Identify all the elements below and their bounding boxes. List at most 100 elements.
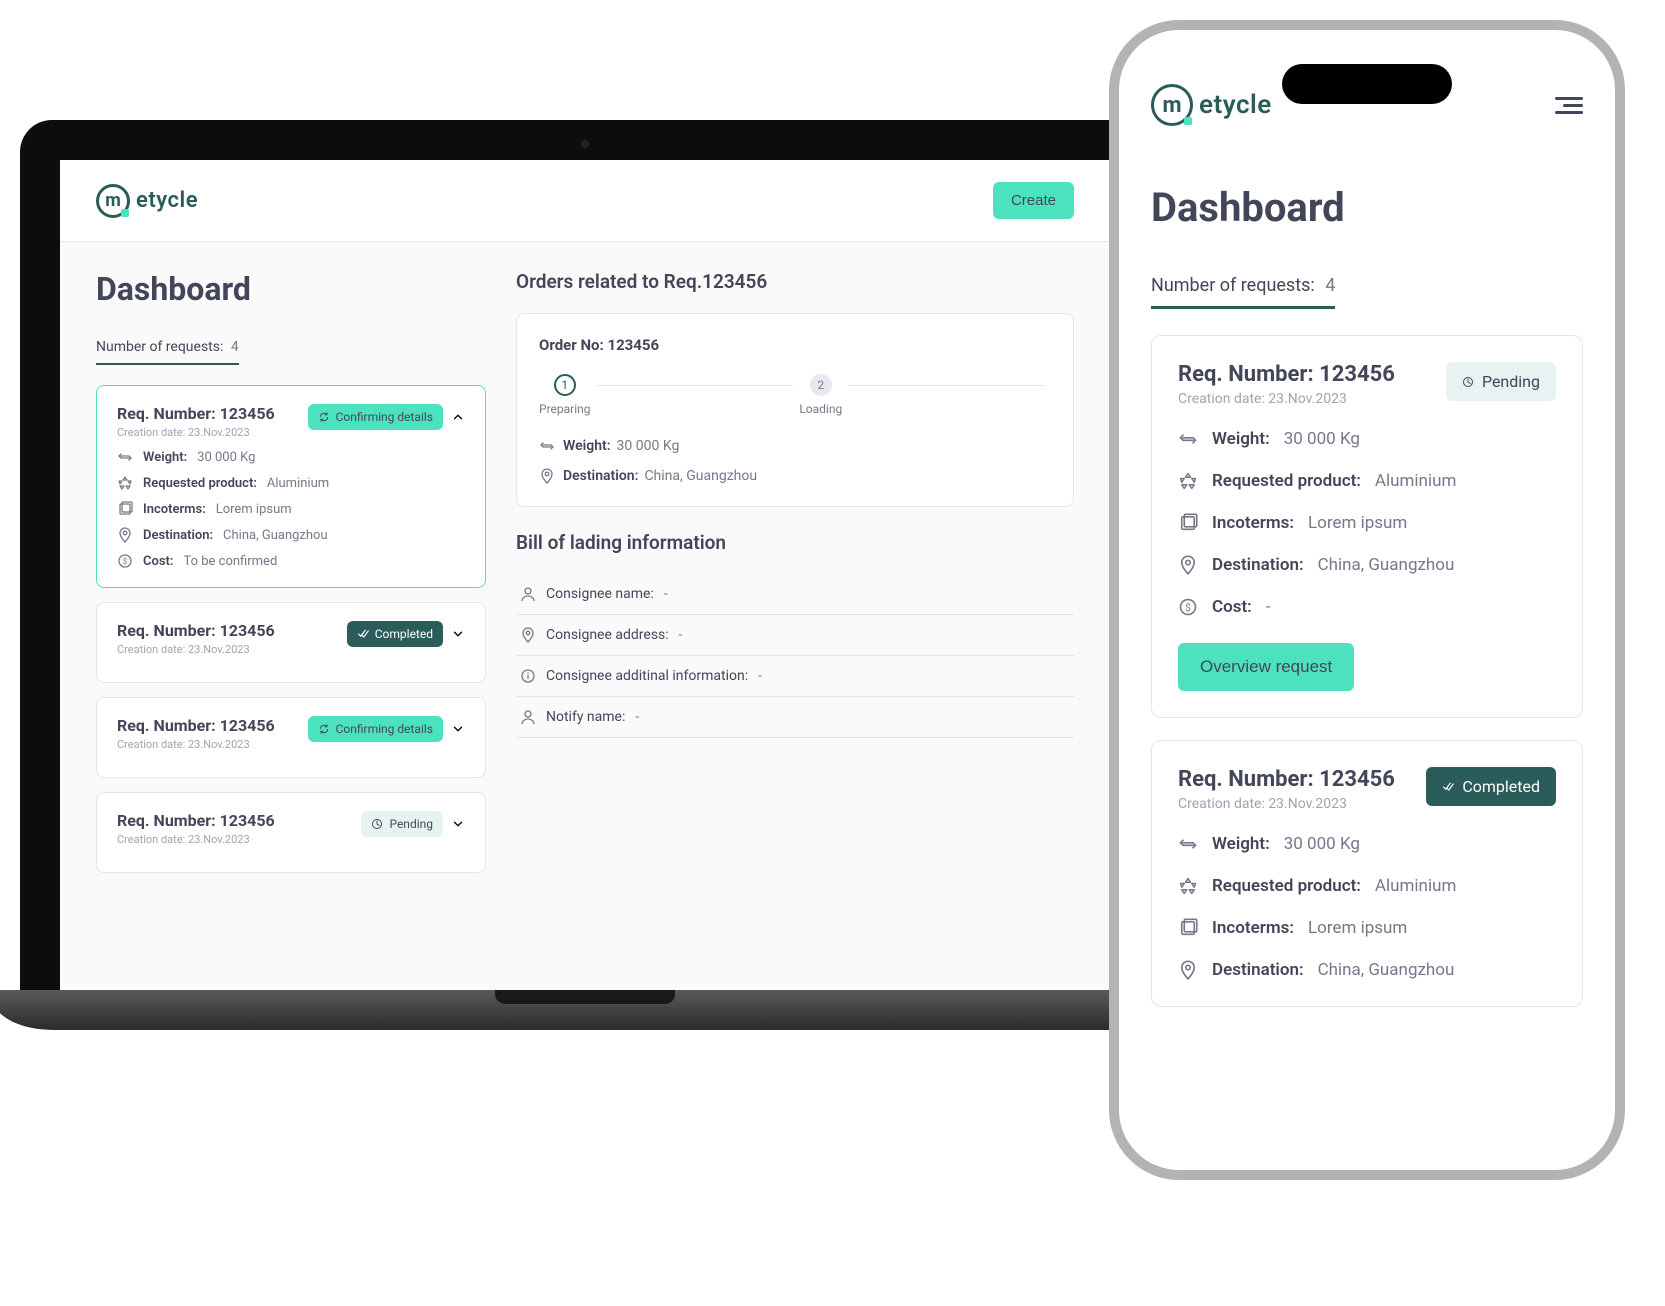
detail-value: China, Guangzhou [1318,555,1455,575]
request-card[interactable]: Req. Number: 123456 Creation date: 23.No… [96,792,486,873]
brand-logo[interactable]: m etycle [96,184,198,218]
doc-icon [1178,918,1198,938]
status-badge-completed: Completed [1426,767,1556,806]
recycle-icon [1178,471,1198,491]
detail-value: To be confirmed [183,554,277,569]
page-title: Dashboard [96,270,486,308]
request-count-tab-phone[interactable]: Number of requests: 4 [1151,275,1335,309]
pending-icon [1462,376,1474,388]
request-card[interactable]: Req. Number: 123456 Creation date: 23.No… [96,697,486,778]
laptop-trackpad-notch [495,990,675,1004]
expand-icon[interactable] [451,817,465,831]
bill-of-lading-row: Consignee name: - [516,574,1074,615]
swap-icon [1178,429,1198,449]
step-loading: 2 Loading [799,374,842,416]
request-detail-row: Destination: China, Guangzhou [117,527,465,543]
request-card[interactable]: Req. Number: 123456 Creation date: 23.No… [96,602,486,683]
request-count-label: Number of requests: [96,339,223,355]
detail-value: Lorem ipsum [1308,513,1407,533]
pin-icon [1178,960,1198,980]
order-dest-label: Destination: [563,468,638,484]
request-detail-row: Requested product: Aluminium [1178,876,1556,896]
detail-value: 30 000 Kg [1284,834,1360,854]
detail-key: Requested product: [1212,471,1361,491]
bill-of-lading-row: Consignee additinal information: - [516,656,1074,697]
expand-icon[interactable] [451,722,465,736]
logo-mark: m [96,184,130,218]
confirm-icon [318,723,330,735]
request-detail-row: Requested product: Aluminium [1178,471,1556,491]
bl-key: Notify name: [546,709,625,725]
detail-key: Incoterms: [1212,918,1294,938]
bill-of-lading-title: Bill of lading information [516,531,1074,554]
status-badge-confirm: Confirming details [308,404,443,430]
detail-key: Requested product: [1212,876,1361,896]
detail-value: 30 000 Kg [1284,429,1360,449]
request-detail-row: Cost: - [1178,597,1556,617]
detail-key: Weight: [1212,834,1270,854]
bl-value: - [664,586,668,602]
bl-value: - [758,668,762,684]
request-number: Req. Number: 123456 [1178,767,1395,792]
pin-icon [117,527,133,543]
app-header: m etycle Create [60,160,1110,242]
cost-icon [117,553,133,569]
page-title-phone: Dashboard [1151,184,1583,231]
laptop-camera [581,140,589,148]
expand-icon[interactable] [451,627,465,641]
detail-key: Cost: [143,554,173,569]
detail-value: 30 000 Kg [197,450,255,465]
detail-key: Cost: [1212,597,1252,617]
menu-icon[interactable] [1555,93,1583,118]
brand-logo-phone[interactable]: m etycle [1151,84,1272,126]
swap-icon [1178,834,1198,854]
request-detail-row: Incoterms: Lorem ipsum [1178,918,1556,938]
completed-icon [1442,781,1454,793]
bl-value: - [679,627,683,643]
order-card: Order No: 123456 1 Preparing 2 Loading [516,313,1074,507]
doc-icon [117,501,133,517]
request-detail-row: Cost: To be confirmed [117,553,465,569]
step-line [848,385,1045,386]
request-card[interactable]: Req. Number: 123456 Creation date: 23.No… [1151,740,1583,1007]
detail-value: Aluminium [1375,471,1456,491]
pending-icon [371,818,383,830]
bl-value: - [635,709,639,725]
expand-icon[interactable] [451,410,465,424]
detail-key: Destination: [143,528,213,543]
detail-value: - [1266,597,1271,617]
request-number: Req. Number: 123456 [117,404,275,423]
completed-icon [357,628,369,640]
step-preparing: 1 Preparing [539,374,591,416]
request-number: Req. Number: 123456 [117,621,275,640]
request-count-value: 4 [1325,275,1335,296]
request-detail-row: Weight: 30 000 Kg [117,449,465,465]
user-icon [520,586,536,602]
pin-icon [520,627,536,643]
doc-icon [1178,513,1198,533]
status-text: Pending [1482,372,1540,391]
pin-icon [1178,555,1198,575]
phone-device: m etycle Dashboard Number of requests: 4… [1109,20,1625,1180]
bill-of-lading-row: Notify name: - [516,697,1074,738]
detail-value: Aluminium [267,476,329,491]
swap-icon [117,449,133,465]
status-badge-pending: Pending [361,811,443,837]
request-number: Req. Number: 123456 [1178,362,1395,387]
request-card[interactable]: Req. Number: 123456 Creation date: 23.No… [96,385,486,588]
status-badge-pending: Pending [1446,362,1556,401]
request-count-tab[interactable]: Number of requests: 4 [96,339,239,365]
laptop-device: m etycle Create Dashboard Number of requ… [20,120,1150,1030]
request-card[interactable]: Req. Number: 123456 Creation date: 23.No… [1151,335,1583,718]
swap-icon [539,438,555,454]
create-button[interactable]: Create [993,182,1074,219]
detail-key: Incoterms: [1212,513,1294,533]
request-detail-row: Weight: 30 000 Kg [1178,834,1556,854]
request-number: Req. Number: 123456 [117,716,275,735]
detail-key: Weight: [143,450,187,465]
overview-button[interactable]: Overview request [1178,643,1354,691]
order-dest-value: China, Guangzhou [644,468,757,484]
request-date: Creation date: 23.Nov.2023 [1178,391,1395,407]
bl-key: Consignee address: [546,627,669,643]
detail-key: Requested product: [143,476,257,491]
